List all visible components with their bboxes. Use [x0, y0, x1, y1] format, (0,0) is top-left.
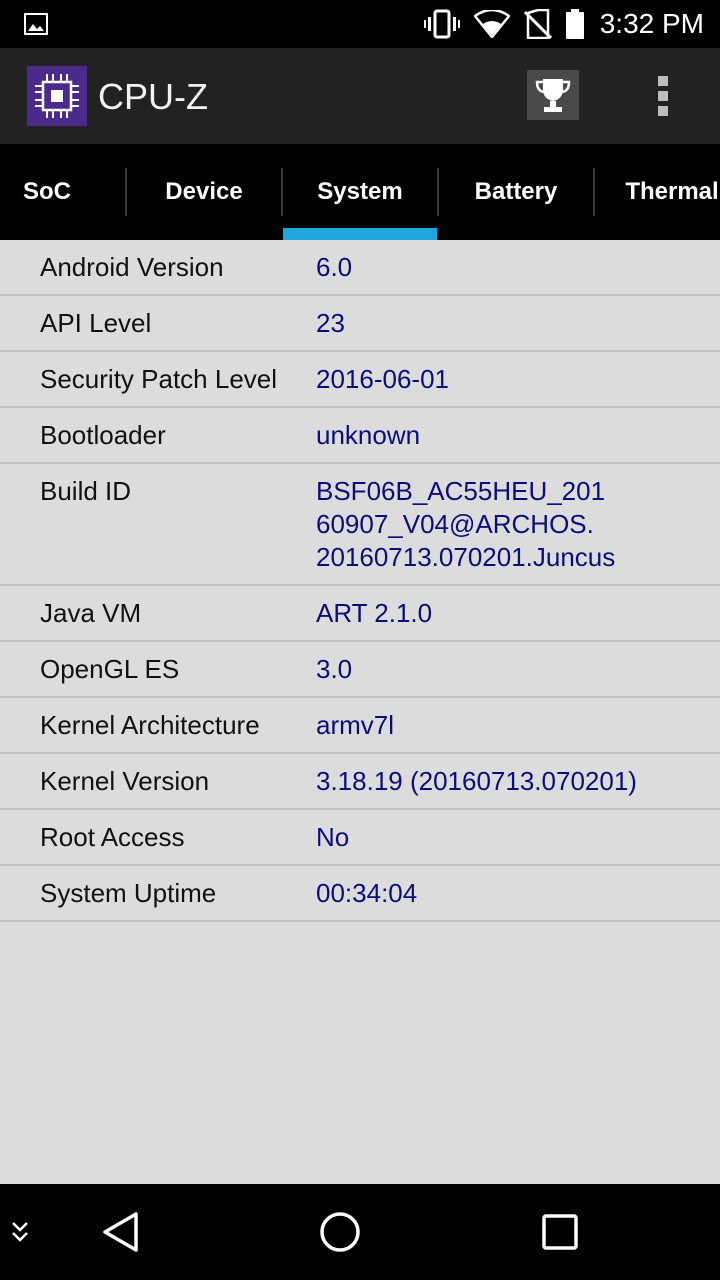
status-time: 3:32 PM	[599, 8, 704, 39]
collapse-icon[interactable]	[10, 1220, 30, 1246]
info-row-security-patch: Security Patch Level 2016-06-01	[0, 352, 720, 408]
info-value: 23	[316, 308, 345, 338]
tab-system[interactable]: System	[282, 144, 438, 240]
info-label: System Uptime	[40, 878, 217, 908]
info-row-kernel-architecture: Kernel Architecture armv7l	[0, 698, 720, 754]
home-icon[interactable]	[318, 1210, 362, 1254]
info-label: Build ID	[40, 476, 132, 506]
info-value: 6.0	[316, 252, 353, 282]
info-label: Java VM	[40, 598, 142, 628]
info-label: OpenGL ES	[40, 654, 180, 684]
info-row-kernel-version: Kernel Version 3.18.19 (20160713.070201)	[0, 754, 720, 810]
info-value: 3.18.19 (20160713.070201)	[316, 766, 637, 796]
status-bar: 3:32 PM	[0, 0, 720, 48]
info-row-build-id: Build ID BSF06B_AC55HEU_201 60907_V04@AR…	[0, 464, 720, 586]
tab-soc[interactable]: SoC	[0, 144, 125, 240]
wifi-icon	[473, 10, 510, 38]
info-value: No	[316, 822, 350, 852]
info-label: API Level	[40, 308, 152, 338]
info-row-system-uptime: System Uptime 00:34:04	[0, 866, 720, 922]
info-row-api-level: API Level 23	[0, 296, 720, 352]
info-row-root-access: Root Access No	[0, 810, 720, 866]
info-value: ART 2.1.0	[316, 598, 433, 628]
gallery-icon	[24, 13, 48, 35]
info-value: armv7l	[316, 710, 395, 740]
info-value: 3.0	[316, 654, 353, 684]
battery-icon	[565, 9, 584, 39]
tab-thermal[interactable]: Thermal	[594, 144, 720, 240]
app-bar: CPU-Z	[0, 48, 720, 144]
tab-battery[interactable]: Battery	[438, 144, 594, 240]
info-row-java-vm: Java VM ART 2.1.0	[0, 586, 720, 642]
info-row-bootloader: Bootloader unknown	[0, 408, 720, 464]
no-sim-icon	[523, 9, 552, 39]
system-info-list: Android Version 6.0 API Level 23 Securit…	[0, 240, 720, 922]
cpu-chip-icon	[27, 66, 87, 126]
trophy-button[interactable]	[527, 70, 579, 120]
info-value: 00:34:04	[316, 878, 418, 908]
recents-icon[interactable]	[540, 1212, 580, 1252]
info-row-opengl-es: OpenGL ES 3.0	[0, 642, 720, 698]
info-label: Kernel Version	[40, 766, 210, 796]
info-row-android-version: Android Version 6.0	[0, 240, 720, 296]
info-label: Security Patch Level	[40, 364, 278, 394]
info-label: Root Access	[40, 822, 185, 852]
info-value: 2016-06-01	[316, 364, 449, 394]
vibrate-icon	[423, 9, 460, 39]
navigation-bar	[0, 1184, 720, 1280]
info-label: Kernel Architecture	[40, 710, 260, 740]
back-icon[interactable]	[100, 1210, 140, 1254]
overflow-menu-icon[interactable]	[650, 74, 678, 118]
info-value: BSF06B_AC55HEU_201 60907_V04@ARCHOS. 201…	[316, 476, 616, 572]
tab-device[interactable]: Device	[126, 144, 282, 240]
info-label: Android Version	[40, 252, 224, 282]
selected-tab-indicator	[283, 228, 437, 240]
trophy-icon	[535, 79, 571, 112]
info-value: unknown	[316, 420, 421, 450]
info-label: Bootloader	[40, 420, 166, 450]
tab-bar: SoC Device System Battery Thermal	[0, 144, 720, 240]
app-title: CPU-Z	[98, 76, 208, 117]
